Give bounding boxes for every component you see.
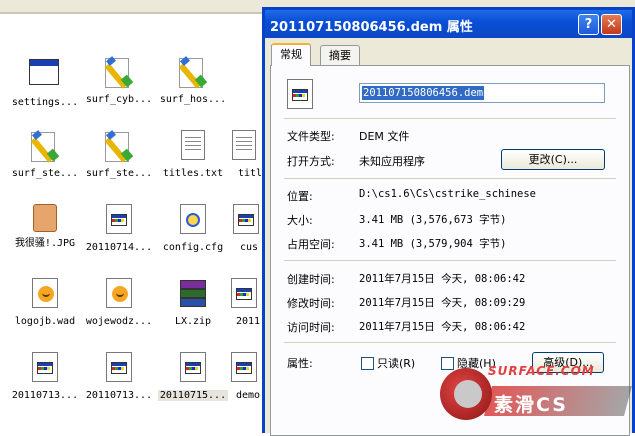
file-item[interactable]: LX.zip [158,278,228,327]
open-with-label: 打开方式: [287,155,335,168]
file-item[interactable]: 我很骚!.JPG [10,204,80,250]
generic-file-icon [231,352,257,382]
file-label: surf_hos... [159,94,227,105]
file-item[interactable]: 20110714... [84,204,154,253]
file-label: 2011 [236,316,261,327]
filename-text: 201107150806456.dem [362,86,485,100]
paintbrush-icon [177,56,209,89]
generic-file-icon [106,352,132,382]
divider [284,178,616,179]
dialog-title: 201107150806456.dem 属性 [270,20,473,35]
file-item[interactable]: surf_hos... [158,56,228,105]
change-button[interactable]: 更改(C)... [501,149,605,170]
file-item[interactable]: cus [230,204,262,253]
file-label: titles.txt [162,168,224,179]
file-label: demo [236,390,261,401]
file-item[interactable]: 20110713... [10,352,80,401]
file-item[interactable]: 2011 [228,278,262,327]
file-label: 我很骚!.JPG [14,238,76,249]
file-item[interactable]: titles.txt [158,130,228,179]
divider [284,118,616,119]
text-file-icon [232,130,256,160]
filename-input[interactable]: 201107150806456.dem [359,83,605,103]
dialog-titlebar[interactable]: 201107150806456.dem 属性 ? ✕ [265,10,632,38]
file-label: logojb.wad [14,316,76,327]
winrar-archive-icon [178,278,208,308]
help-button[interactable]: ? [578,14,599,35]
close-button[interactable]: ✕ [601,14,622,35]
file-item[interactable]: 20110713... [84,352,154,401]
generic-file-icon [231,278,257,308]
file-label: LX.zip [174,316,212,327]
file-item[interactable]: demo [228,352,262,401]
site-watermark: SURFACE.COM 素滑CS [440,360,635,433]
paintbrush-icon [29,130,61,163]
file-label: 20110713... [85,390,153,401]
file-item[interactable]: settings... [10,56,80,108]
file-item-selected[interactable]: 20110715... [158,352,228,401]
tab-summary[interactable]: 摘要 [320,45,360,65]
file-label: wojewodz... [85,316,153,327]
generic-file-icon [180,352,206,382]
file-label: 20110713... [11,390,79,401]
created-label: 创建时间: [287,273,335,286]
wad-file-icon [106,278,132,308]
disk-size-label: 占用空间: [287,238,335,251]
address-bar-edge [0,12,262,14]
file-label: surf_ste... [85,168,153,179]
location-label: 位置: [287,190,313,203]
size-value: 3.41 MB (3,576,673 字节) [359,214,507,226]
file-label: cus [240,242,259,253]
location-value: D:\cs1.6\Cs\cstrike_schinese [359,188,537,200]
file-type-label: 文件类型: [287,130,335,143]
disk-size-value: 3.41 MB (3,579,904 字节) [359,238,507,250]
file-label: surf_cyb... [85,94,153,105]
modified-label: 修改时间: [287,297,335,310]
file-type-icon [287,79,313,109]
paintbrush-icon [103,130,135,163]
divider [284,260,616,261]
generic-file-icon [32,352,58,382]
readonly-checkbox[interactable] [361,357,374,370]
readonly-label[interactable]: 只读(R) [377,355,415,371]
file-item[interactable]: logojb.wad [10,278,80,327]
config-file-icon [180,204,206,234]
file-item[interactable]: config.cfg [158,204,228,253]
accessed-label: 访问时间: [287,321,335,334]
window-app-icon [29,59,59,85]
file-label: 20110715... [158,390,228,401]
modified-value: 2011年7月15日 今天, 08:09:29 [359,297,526,309]
created-value: 2011年7月15日 今天, 08:06:42 [359,273,526,285]
file-item[interactable]: surf_ste... [84,130,154,179]
file-item[interactable]: titl [228,130,262,179]
attributes-label: 属性: [287,357,313,370]
file-label: settings... [11,97,79,108]
file-item[interactable]: surf_cyb... [84,56,154,105]
watermark-logo-inner [454,380,482,408]
file-label: titl [238,168,262,179]
watermark-brand: 素滑CS [494,394,568,416]
file-item[interactable]: surf_ste... [10,130,80,179]
file-label: 20110714... [85,242,153,253]
text-file-icon [181,130,205,160]
wad-file-icon [32,278,58,308]
open-with-value: 未知应用程序 [359,155,425,168]
file-item[interactable]: wojewodz... [84,278,154,327]
generic-file-icon [233,204,259,234]
file-type-value: DEM 文件 [359,130,410,143]
jpg-image-icon [33,204,57,232]
file-label: surf_ste... [11,168,79,179]
size-label: 大小: [287,214,313,227]
accessed-value: 2011年7月15日 今天, 08:06:42 [359,321,526,333]
divider [284,342,616,343]
tab-general[interactable]: 常规 [271,43,311,66]
paintbrush-icon [103,56,135,89]
file-label: config.cfg [162,242,224,253]
generic-file-icon [106,204,132,234]
watermark-site: SURFACE.COM [488,364,595,378]
